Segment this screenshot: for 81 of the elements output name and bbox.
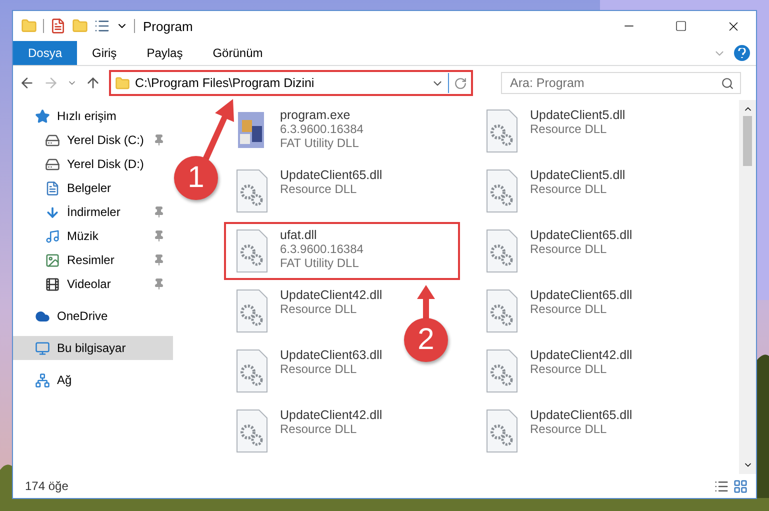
file-tile[interactable]: UpdateClient5.dll Resource DLL	[474, 162, 634, 220]
file-tile[interactable]: ufat.dll 6.3.9600.16384 FAT Utility DLL	[224, 222, 460, 280]
file-name: UpdateClient5.dll	[530, 168, 626, 182]
maximize-icon[interactable]	[675, 20, 687, 32]
file-detail: Resource DLL	[530, 362, 608, 376]
star-icon	[35, 108, 50, 124]
file-tile[interactable]: UpdateClient65.dll Resource DLL	[224, 162, 390, 220]
ribbon-tab[interactable]: Görünüm	[198, 41, 278, 65]
sidebar-item[interactable]: Ağ	[13, 368, 173, 392]
item-count: 174 öğe	[25, 479, 70, 493]
ribbon-tab[interactable]: Giriş	[77, 41, 132, 65]
file-detail: Resource DLL	[280, 302, 358, 316]
file-name: UpdateClient5.dll	[530, 108, 626, 122]
file-detail: FAT Utility DLL	[280, 136, 360, 150]
ribbon-tab[interactable]: Dosya	[13, 41, 78, 65]
file-detail: Resource DLL	[280, 362, 358, 376]
arrow	[416, 285, 436, 321]
file-detail: Resource DLL	[530, 122, 608, 136]
download-icon	[45, 204, 60, 220]
file-tile[interactable]: UpdateClient65.dll Resource DLL	[474, 402, 640, 460]
file-name: UpdateClient65.dll	[530, 288, 632, 302]
film-icon	[45, 276, 60, 292]
help-icon[interactable]	[734, 45, 750, 61]
file-name: program.exe	[280, 108, 352, 122]
sidebar-item[interactable]: Bu bilgisayar	[13, 336, 173, 360]
document-icon	[45, 180, 60, 196]
music-icon	[45, 228, 60, 244]
sidebar-item[interactable]: OneDrive	[13, 304, 173, 328]
file-detail: 6.3.9600.16384	[280, 242, 364, 256]
sidebar-item[interactable]: Yerel Disk (C:)	[13, 128, 173, 152]
file-name: UpdateClient65.dll	[530, 228, 632, 242]
drive-icon	[45, 132, 60, 148]
network-icon	[35, 372, 50, 388]
large-icons-view-icon[interactable]	[733, 478, 748, 494]
sidebar-item[interactable]: İndirmeler	[13, 200, 173, 224]
file-name: ufat.dll	[280, 228, 318, 242]
file-detail: Resource DLL	[530, 302, 608, 316]
picture-icon	[45, 252, 60, 268]
folder-icon	[115, 76, 130, 90]
back-button[interactable]	[19, 75, 35, 91]
file-name: UpdateClient63.dll	[280, 348, 382, 362]
sidebar-item[interactable]: Yerel Disk (D:)	[13, 152, 173, 176]
file-detail: Resource DLL	[280, 422, 358, 436]
file-detail: FAT Utility DLL	[280, 256, 360, 270]
scroll-thumb[interactable]	[743, 116, 752, 166]
properties-icon[interactable]	[50, 18, 66, 34]
file-detail: Resource DLL	[280, 182, 358, 196]
file-detail: 6.3.9600.16384	[280, 122, 364, 136]
file-tile[interactable]: UpdateClient65.dll Resource DLL	[474, 222, 640, 280]
file-name: UpdateClient65.dll	[530, 408, 632, 422]
file-detail: Resource DLL	[530, 242, 608, 256]
view-icon[interactable]	[94, 18, 110, 34]
file-tile[interactable]: UpdateClient42.dll Resource DLL	[224, 282, 390, 340]
drive-icon	[45, 156, 60, 172]
details-view-icon[interactable]	[714, 478, 729, 494]
sidebar-item[interactable]: Müzik	[13, 224, 173, 248]
cloud-icon	[35, 308, 50, 324]
ribbon-tab[interactable]: Paylaş	[132, 41, 198, 65]
sidebar-item[interactable]: Hızlı erişim	[13, 104, 173, 128]
file-tile[interactable]: program.exe 6.3.9600.16384 FAT Utility DLL	[224, 102, 372, 160]
file-tile[interactable]: UpdateClient65.dll Resource DLL	[474, 282, 640, 340]
sidebar-item[interactable]: Belgeler	[13, 176, 173, 200]
file-name: UpdateClient42.dll	[280, 408, 382, 422]
up-button[interactable]	[85, 75, 101, 91]
file-name: UpdateClient42.dll	[280, 288, 382, 302]
file-tile[interactable]: UpdateClient5.dll Resource DLL	[474, 102, 634, 160]
monitor-icon	[35, 340, 50, 356]
address-bar[interactable]: C:\Program Files\Program Dizini	[109, 70, 473, 96]
search-field[interactable]: Ara: Program	[501, 72, 741, 94]
file-tile[interactable]: UpdateClient42.dll Resource DLL	[224, 402, 390, 460]
file-name: UpdateClient65.dll	[280, 168, 382, 182]
scrollbar[interactable]	[739, 100, 756, 474]
file-detail: Resource DLL	[530, 182, 608, 196]
file-name: UpdateClient42.dll	[530, 348, 632, 362]
sidebar-item[interactable]: Resimler	[13, 248, 173, 272]
window-title: Program	[143, 18, 194, 34]
file-detail: Resource DLL	[530, 422, 608, 436]
search-icon	[721, 77, 734, 90]
file-tile[interactable]: UpdateClient42.dll Resource DLL	[474, 342, 640, 400]
file-tile[interactable]: UpdateClient63.dll Resource DLL	[224, 342, 390, 400]
sidebar-item[interactable]: Videolar	[13, 272, 173, 296]
